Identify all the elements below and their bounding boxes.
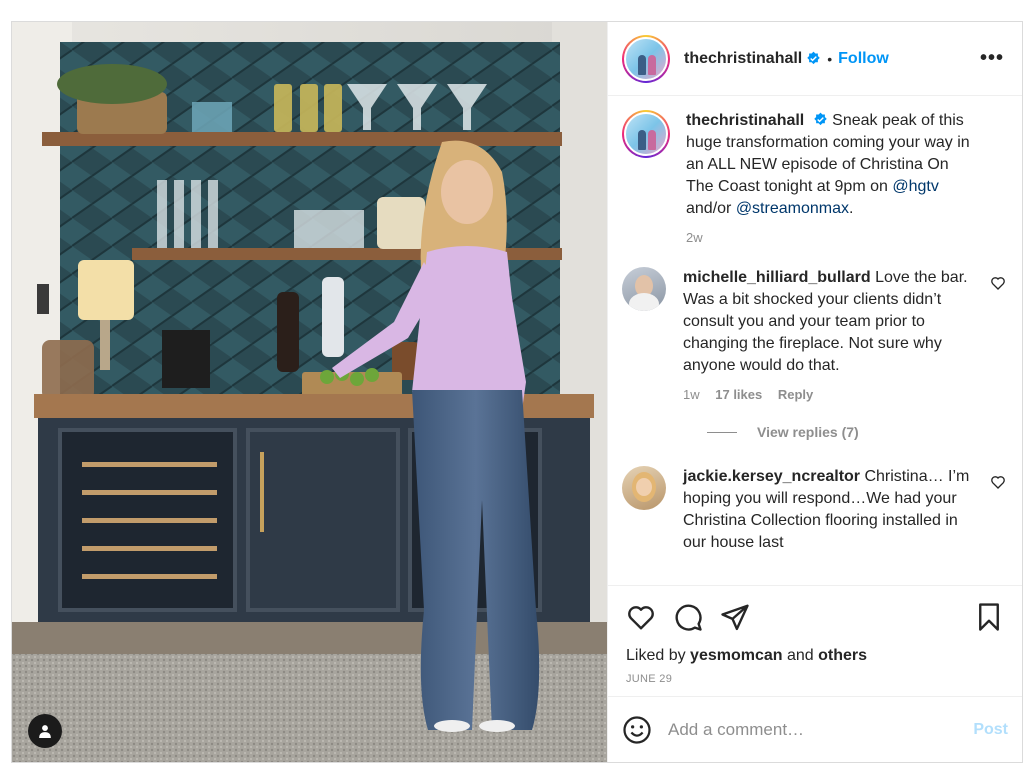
caption-body-2: and/or [686, 200, 736, 217]
more-options-icon[interactable]: ••• [976, 47, 1008, 70]
comment-input[interactable] [668, 719, 974, 740]
verified-badge-icon [813, 112, 827, 126]
caption-avatar[interactable] [622, 110, 670, 158]
add-comment-bar: Post [608, 696, 1022, 762]
comment-likes[interactable]: 17 likes [715, 387, 762, 402]
caption-text: thechristinahall Sneak peak of this huge… [686, 110, 1006, 220]
caption-age[interactable]: 2w [686, 230, 703, 245]
commenter-avatar[interactable] [622, 466, 666, 510]
comments-list[interactable]: thechristinahall Sneak peak of this huge… [608, 96, 1022, 585]
view-replies-button[interactable]: View replies (7) [707, 424, 1006, 440]
view-replies-label[interactable]: View replies (7) [757, 424, 859, 440]
heart-icon[interactable] [990, 275, 1006, 291]
liked-by-user[interactable]: yesmomcan [690, 647, 783, 664]
post-comment-button[interactable]: Post [973, 721, 1008, 739]
post-side-panel: thechristinahall • Follow ••• thechristi… [607, 22, 1022, 762]
view-replies-line [707, 431, 737, 433]
caption-meta: 2w [686, 230, 1006, 245]
liked-by-others[interactable]: others [818, 647, 867, 664]
emoji-icon[interactable] [622, 715, 652, 745]
post-header: thechristinahall • Follow ••• [608, 22, 1022, 96]
heart-icon[interactable] [626, 602, 656, 632]
heart-icon[interactable] [990, 474, 1006, 490]
user-tag-button[interactable] [28, 714, 62, 748]
save-icon[interactable] [974, 602, 1004, 632]
comment-text: jackie.kersey_ncrealtor Christina… I’m h… [683, 466, 1006, 554]
mention-streamonmax[interactable]: @streamonmax [736, 200, 849, 217]
liked-by-mid: and [782, 647, 819, 664]
post-image [12, 22, 607, 762]
post-date[interactable]: JUNE 29 [608, 665, 1022, 685]
comment-row: jackie.kersey_ncrealtor Christina… I’m h… [622, 466, 1006, 554]
likes-summary: Liked by yesmomcan and others [608, 647, 1022, 665]
author-avatar[interactable] [622, 34, 670, 83]
post-photo[interactable] [12, 22, 607, 762]
comment-text: michelle_hilliard_bullard Love the bar. … [683, 267, 1006, 377]
comment-meta: 1w 17 likes Reply [683, 387, 1006, 402]
instagram-post: thechristinahall • Follow ••• thechristi… [11, 21, 1023, 763]
liked-by-prefix: Liked by [626, 647, 691, 664]
user-tag-icon [39, 725, 51, 738]
caption-username[interactable]: thechristinahall [686, 112, 804, 129]
comment-age[interactable]: 1w [683, 387, 700, 402]
reply-button[interactable]: Reply [778, 387, 813, 402]
follow-button[interactable]: Follow [838, 50, 889, 68]
separator-dot: • [827, 50, 833, 67]
comment-row: michelle_hilliard_bullard Love the bar. … [622, 267, 1006, 402]
commenter-avatar[interactable] [622, 267, 666, 311]
caption-body-3: . [848, 200, 854, 217]
commenter-username[interactable]: michelle_hilliard_bullard [683, 269, 871, 286]
post-actions [608, 585, 1022, 647]
verified-badge-icon [807, 51, 820, 65]
caption-row: thechristinahall Sneak peak of this huge… [622, 110, 1006, 245]
commenter-username[interactable]: jackie.kersey_ncrealtor [683, 468, 860, 485]
comment-icon[interactable] [673, 602, 703, 632]
share-icon[interactable] [720, 602, 750, 632]
author-username[interactable]: thechristinahall [684, 50, 802, 68]
mention-hgtv[interactable]: @hgtv [892, 178, 938, 195]
